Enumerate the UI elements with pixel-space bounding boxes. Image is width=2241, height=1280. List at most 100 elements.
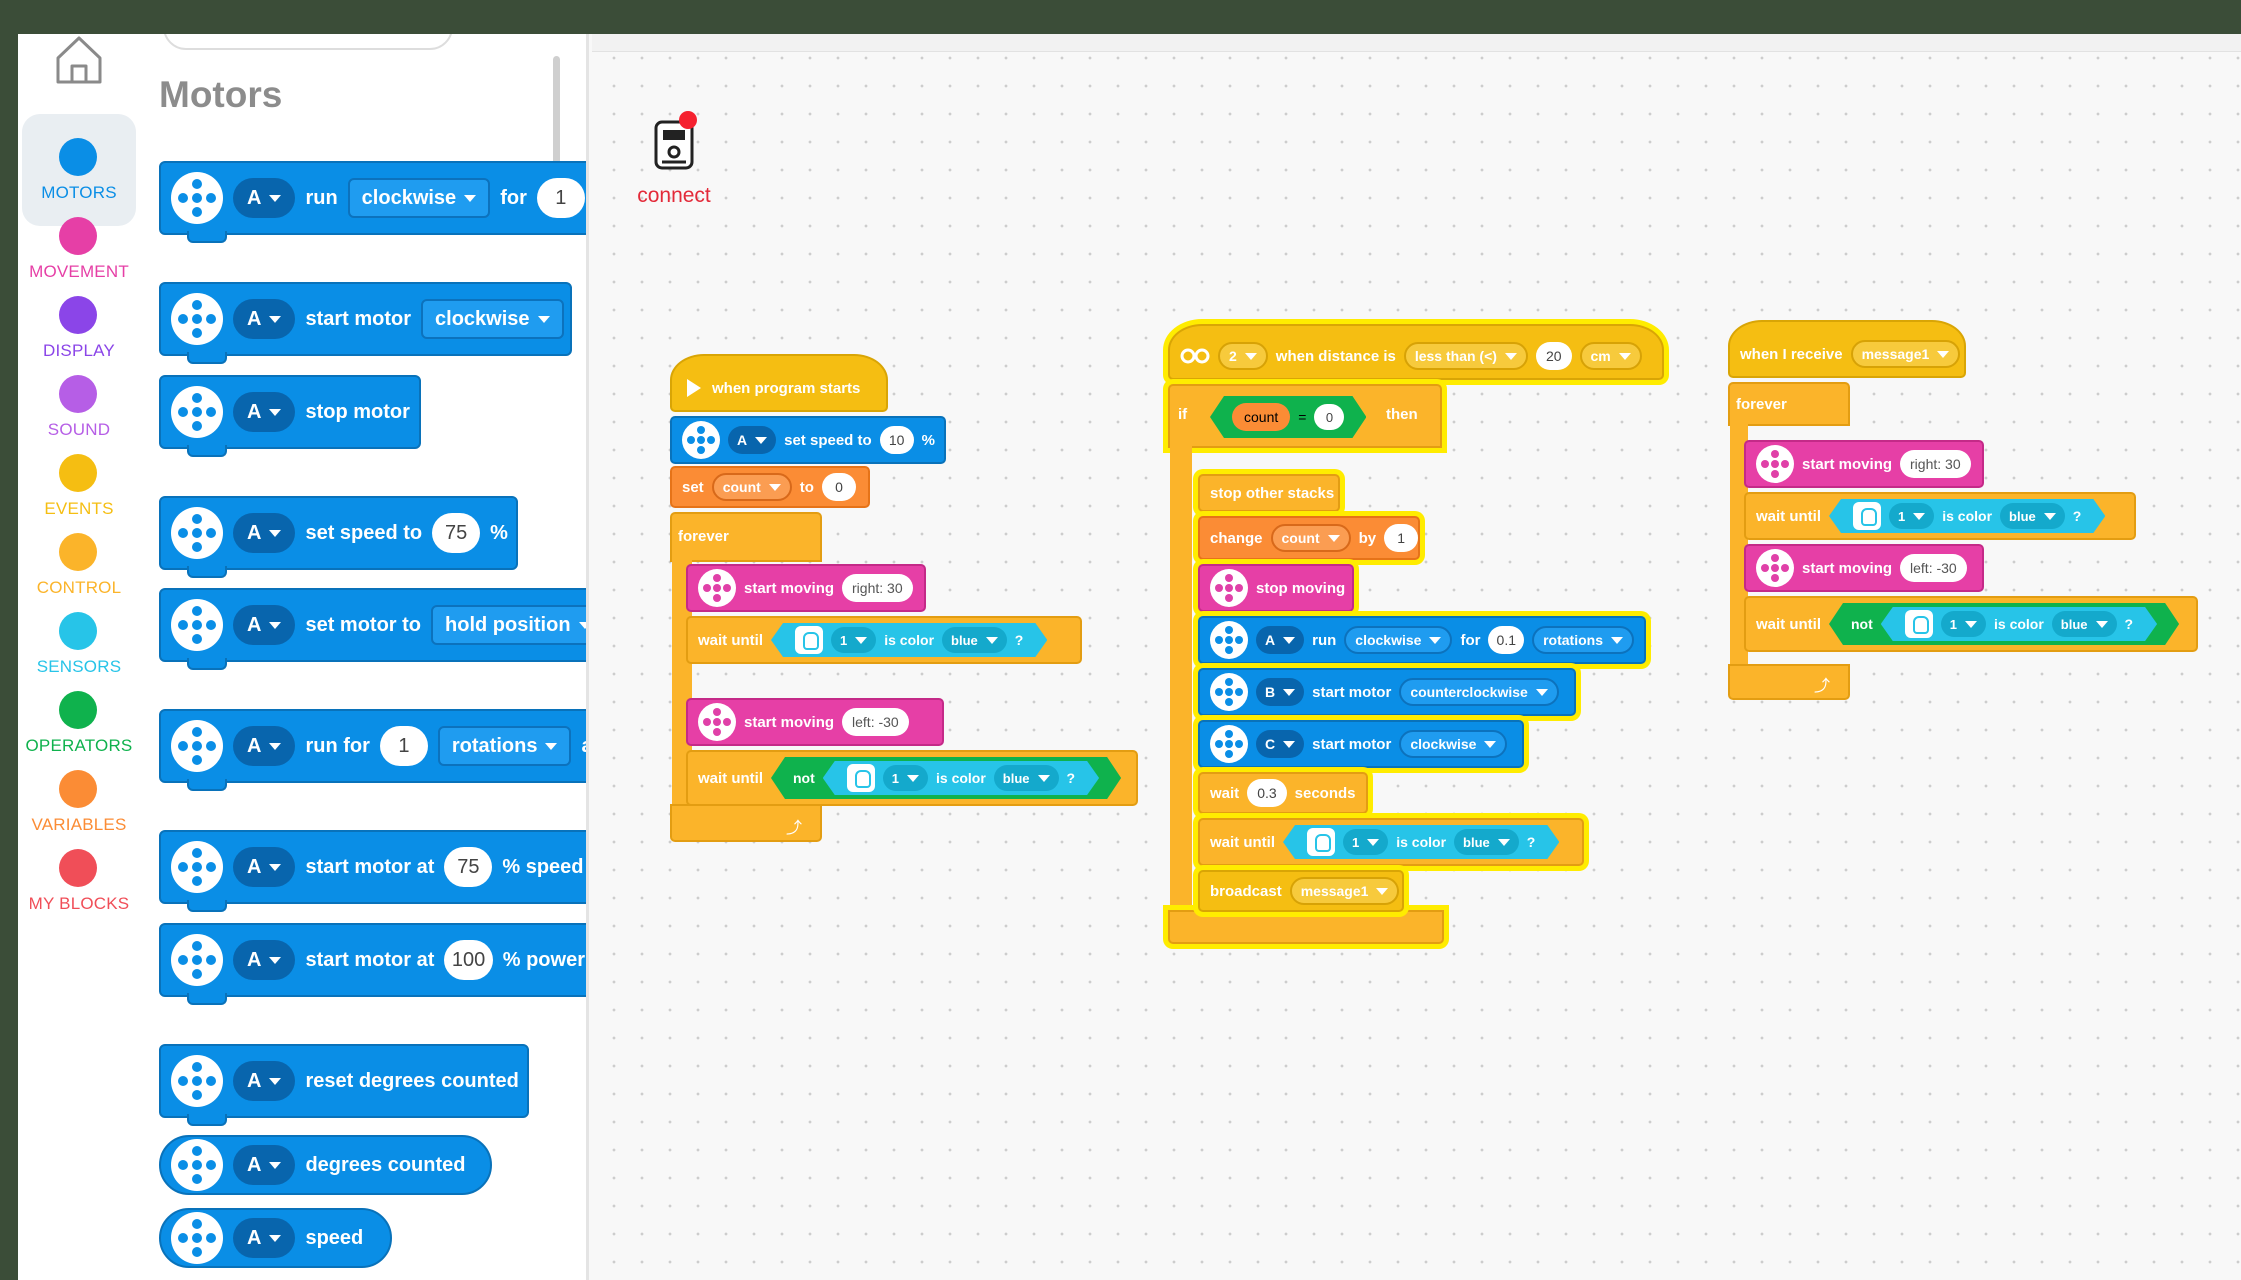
home-icon[interactable] — [54, 34, 104, 86]
variable-dropdown[interactable]: count — [1270, 524, 1351, 552]
palette-block-set-speed[interactable]: A set speed to 75 % — [159, 496, 518, 578]
color-dropdown[interactable]: blue — [2052, 611, 2117, 637]
wait-seconds-block[interactable]: wait 0.3 seconds — [1198, 772, 1368, 814]
not-operator[interactable]: not 1 is color blue ? — [771, 757, 1121, 799]
port-dropdown[interactable]: A — [233, 513, 296, 553]
port-dropdown[interactable]: A — [233, 1145, 296, 1185]
direction-dropdown[interactable]: clockwise — [1399, 730, 1508, 758]
port-dropdown[interactable]: A — [233, 847, 296, 887]
forever-block[interactable]: forever — [670, 512, 822, 562]
message-dropdown[interactable]: message1 — [1289, 877, 1400, 905]
port-dropdown[interactable]: B — [1256, 678, 1305, 706]
message-dropdown[interactable]: message1 — [1850, 340, 1961, 368]
port-dropdown[interactable]: 1 — [1343, 829, 1388, 855]
palette-block-reset-degrees[interactable]: A reset degrees counted — [159, 1044, 529, 1126]
number-input[interactable]: 10 — [879, 426, 914, 454]
port-dropdown[interactable]: 1 — [1889, 503, 1934, 529]
palette-block-start-motor-speed[interactable]: A start motor at 75 % speed — [159, 830, 586, 912]
run-motor-block[interactable]: A run clockwise for 0.1 rotations — [1198, 616, 1646, 664]
start-moving-block[interactable]: start moving left: -30 — [686, 698, 944, 746]
palette-search-input[interactable] — [163, 34, 453, 50]
palette-block-start-motor[interactable]: A start motor clockwise — [159, 282, 572, 364]
is-color-sensor[interactable]: 1 is color blue ? — [1881, 607, 2157, 641]
port-dropdown[interactable]: 1 — [1941, 611, 1986, 637]
wait-until-not-block[interactable]: wait until not 1 is color blue ? — [686, 750, 1138, 806]
port-dropdown[interactable]: C — [1256, 730, 1305, 758]
broadcast-block[interactable]: broadcast message1 — [1198, 870, 1404, 912]
start-motor-c-block[interactable]: C start motor clockwise — [1198, 720, 1524, 768]
port-dropdown[interactable]: A — [233, 178, 296, 218]
number-input[interactable]: 100 — [444, 940, 493, 980]
stop-other-stacks-block[interactable]: stop other stacks — [1198, 474, 1340, 512]
palette-block-run-motor[interactable]: A run clockwise for 1 — [159, 161, 586, 243]
palette-block-degrees-counted[interactable]: A degrees counted — [159, 1135, 492, 1195]
number-input[interactable]: 0 — [821, 473, 856, 501]
start-moving-block[interactable]: start moving right: 30 — [686, 564, 926, 612]
when-i-receive-block[interactable]: when I receive message1 — [1728, 320, 1966, 378]
stop-moving-block[interactable]: stop moving — [1198, 564, 1354, 612]
is-color-sensor[interactable]: 1 is color blue ? — [1829, 499, 2105, 533]
palette-block-stop-motor[interactable]: A stop motor — [159, 375, 421, 457]
number-input[interactable]: 75 — [432, 513, 481, 553]
palette-block-run-for[interactable]: A run for 1 rotations a — [159, 709, 586, 791]
wait-until-not-block[interactable]: wait until not 1 is color blue ? — [1744, 596, 2198, 652]
port-dropdown[interactable]: A — [233, 605, 296, 645]
port-dropdown[interactable]: A — [233, 726, 296, 766]
unit-dropdown[interactable]: rotations — [1532, 626, 1634, 654]
direction-dropdown[interactable]: clockwise — [1344, 626, 1453, 654]
steering-input[interactable]: right: 30 — [842, 574, 913, 602]
port-dropdown[interactable]: A — [233, 392, 296, 432]
color-dropdown[interactable]: blue — [994, 765, 1059, 791]
port-dropdown[interactable]: A — [1256, 626, 1305, 654]
if-block[interactable]: if count = 0 then — [1168, 384, 1442, 448]
is-color-sensor[interactable]: 1 is color blue ? — [823, 761, 1099, 795]
color-dropdown[interactable]: blue — [2000, 503, 2065, 529]
number-input[interactable]: 1 — [536, 178, 585, 218]
port-dropdown[interactable]: 1 — [831, 627, 876, 653]
is-color-sensor[interactable]: 1 is color blue ? — [1283, 825, 1559, 859]
port-dropdown[interactable]: A — [233, 1061, 296, 1101]
number-input[interactable]: 0.1 — [1488, 626, 1525, 654]
wait-until-block[interactable]: wait until 1 is color blue ? — [1744, 492, 2136, 540]
color-dropdown[interactable]: blue — [1454, 829, 1519, 855]
number-input[interactable]: 1 — [1384, 524, 1419, 552]
start-motor-b-block[interactable]: B start motor counterclockwise — [1198, 668, 1576, 716]
steering-input[interactable]: right: 30 — [1900, 450, 1971, 478]
steering-input[interactable]: left: -30 — [1900, 554, 1967, 582]
number-input[interactable]: 0 — [1314, 404, 1344, 430]
stop-action-dropdown[interactable]: hold position — [431, 605, 586, 645]
direction-dropdown[interactable]: counterclockwise — [1399, 678, 1559, 706]
count-variable[interactable]: count — [1232, 403, 1290, 431]
wait-until-block[interactable]: wait until 1 is color blue ? — [686, 616, 1082, 664]
is-color-sensor[interactable]: 1 is color blue ? — [771, 623, 1047, 657]
palette-block-set-motor[interactable]: A set motor to hold position — [159, 588, 586, 670]
palette-block-speed[interactable]: A speed — [159, 1208, 392, 1268]
palette-block-start-motor-power[interactable]: A start motor at 100 % power — [159, 923, 586, 1005]
color-dropdown[interactable]: blue — [942, 627, 1007, 653]
not-operator[interactable]: not 1 is color blue ? — [1829, 603, 2179, 645]
number-input[interactable]: 75 — [444, 847, 493, 887]
direction-dropdown[interactable]: clockwise — [421, 299, 564, 339]
port-dropdown[interactable]: 2 — [1218, 342, 1268, 370]
port-dropdown[interactable]: A — [233, 940, 296, 980]
set-variable-block[interactable]: set count to 0 — [670, 466, 870, 508]
number-input[interactable]: 20 — [1535, 342, 1572, 370]
change-variable-block[interactable]: change count by 1 — [1198, 516, 1420, 560]
port-dropdown[interactable]: A — [728, 426, 777, 454]
when-program-starts-block[interactable]: when program starts — [670, 354, 888, 412]
category-my-blocks[interactable]: MY BLOCKS — [22, 825, 136, 937]
comparison-dropdown[interactable]: less than (<) — [1403, 342, 1528, 370]
port-dropdown[interactable]: 1 — [883, 765, 928, 791]
when-distance-block[interactable]: 2 when distance is less than (<) 20 cm — [1168, 324, 1664, 380]
forever-block[interactable]: forever — [1728, 382, 1850, 426]
start-moving-block[interactable]: start moving left: -30 — [1744, 544, 1984, 592]
number-input[interactable]: 1 — [379, 726, 428, 766]
wait-until-block[interactable]: wait until 1 is color blue ? — [1198, 818, 1584, 866]
variable-dropdown[interactable]: count — [711, 473, 792, 501]
direction-dropdown[interactable]: clockwise — [347, 178, 491, 218]
port-dropdown[interactable]: A — [233, 299, 296, 339]
number-input[interactable]: 0.3 — [1247, 779, 1287, 807]
unit-dropdown[interactable]: cm — [1579, 342, 1642, 370]
set-speed-block[interactable]: A set speed to 10 % — [670, 416, 946, 464]
equals-operator[interactable]: count = 0 — [1210, 396, 1366, 438]
